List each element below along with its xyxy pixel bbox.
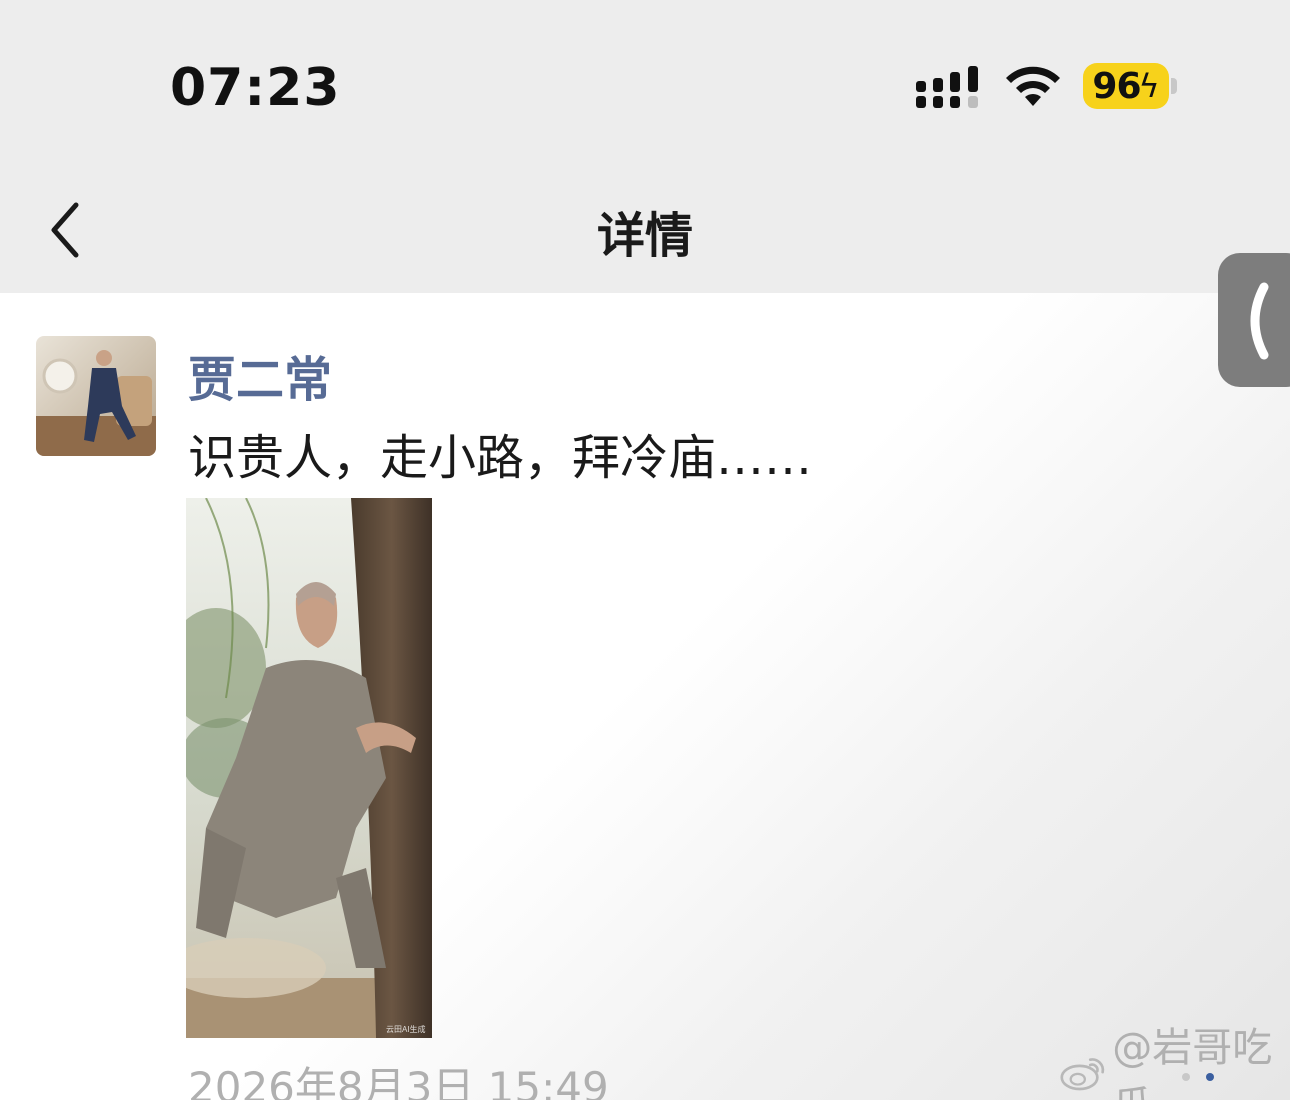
post-timestamp: 2026年8月3日 15:49 bbox=[188, 1063, 609, 1100]
avatar[interactable] bbox=[36, 336, 156, 456]
watermark: @岩哥吃瓜 bbox=[1060, 1025, 1290, 1100]
battery-indicator: 96 ϟ bbox=[1083, 63, 1169, 109]
wifi-icon bbox=[1006, 66, 1060, 106]
page-dot-indicator bbox=[1182, 1073, 1214, 1081]
watermark-text: @岩哥吃瓜 bbox=[1112, 1025, 1273, 1100]
battery-cap bbox=[1171, 78, 1177, 94]
post-text: 识贵人，走小路，拜冷庙…… bbox=[188, 430, 813, 486]
post-image[interactable]: 云田AI生成 bbox=[186, 498, 432, 1038]
author-name[interactable]: 贾二常 bbox=[188, 340, 332, 410]
side-drawer-handle[interactable] bbox=[1218, 253, 1290, 387]
battery-level: 96 bbox=[1092, 65, 1141, 107]
charging-bolt-icon: ϟ bbox=[1138, 67, 1160, 105]
status-time: 07:23 bbox=[170, 58, 341, 118]
page-title: 详情 bbox=[596, 208, 693, 264]
image-caption: 云田AI生成 bbox=[386, 1024, 426, 1034]
chevron-left-icon bbox=[1250, 282, 1269, 360]
moments-detail-screen: 07:23 96 ϟ 详情 贾二常 识贵人，走小路，拜冷庙…… 云田AI生成 2… bbox=[0, 0, 1290, 1100]
cellular-signal-icon bbox=[916, 66, 978, 108]
weibo-logo-icon bbox=[1060, 1058, 1105, 1091]
